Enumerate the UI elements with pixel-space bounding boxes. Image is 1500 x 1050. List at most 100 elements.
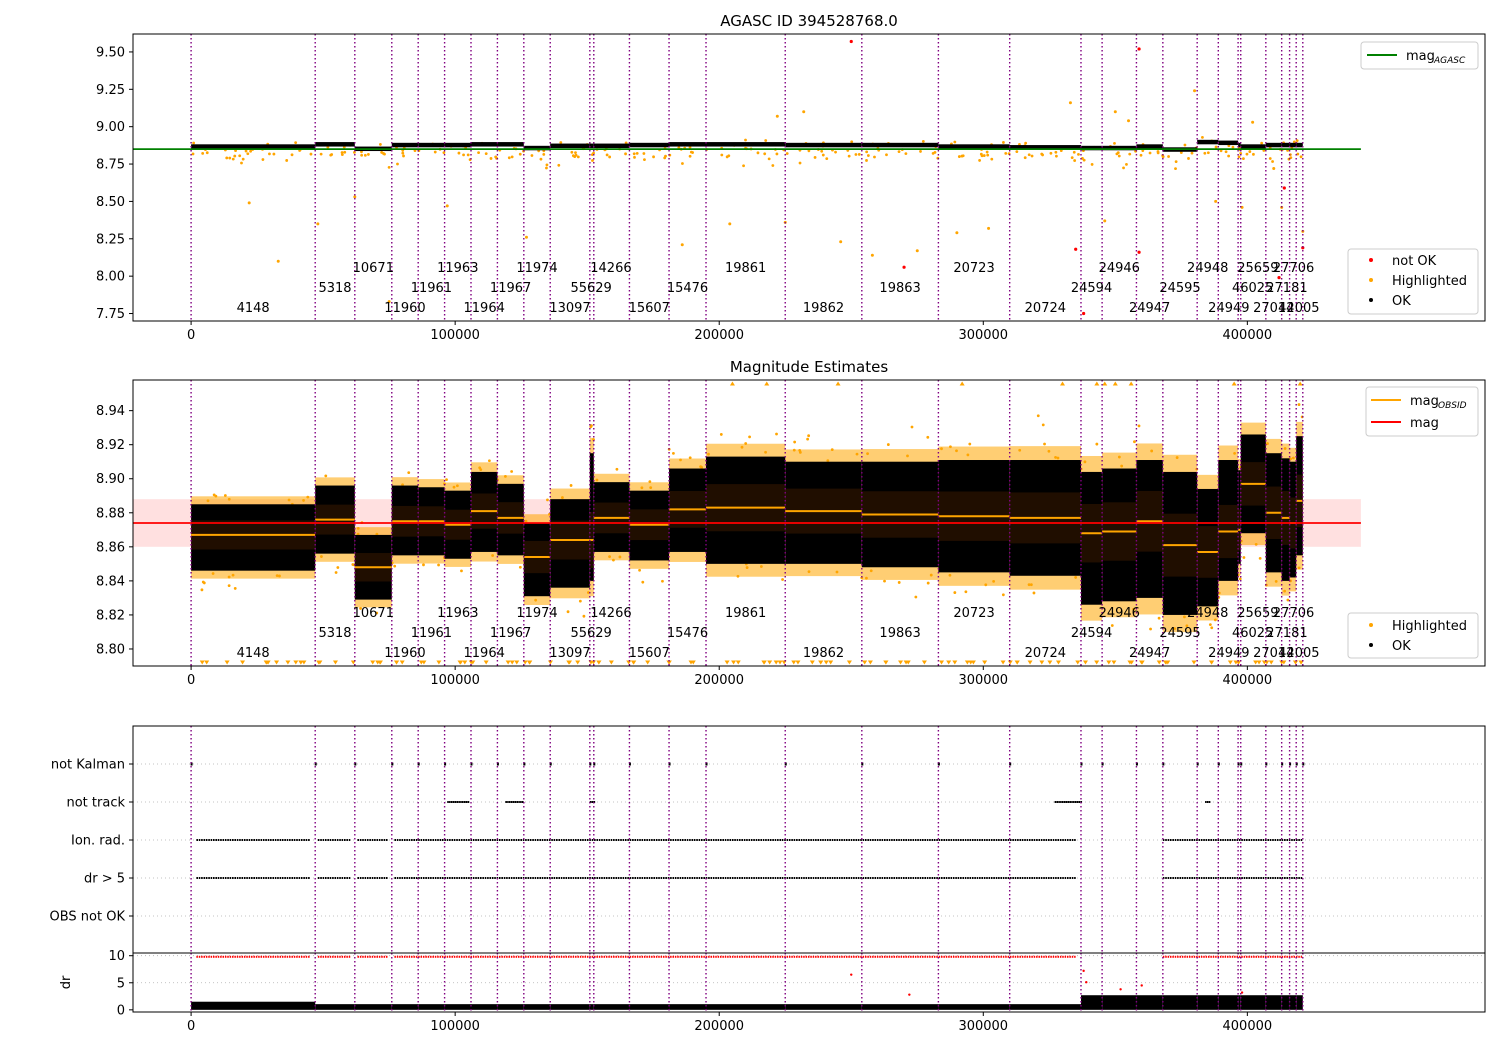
ok-points-band — [785, 142, 862, 148]
ok-points-band — [391, 142, 419, 148]
dr-band — [418, 1004, 445, 1010]
flag-point — [1073, 801, 1075, 803]
flag-point — [651, 839, 653, 841]
highlighted-point — [744, 442, 748, 445]
dr-clipped-point — [1231, 955, 1234, 958]
flag-point — [336, 839, 339, 841]
dr-band — [1218, 995, 1239, 1010]
highlighted-point — [200, 588, 204, 592]
highlighted-point — [276, 259, 280, 263]
dr-clipped-point — [1246, 955, 1248, 958]
dr-clipped-point — [838, 955, 841, 958]
flag-point — [572, 839, 575, 841]
flag-point — [432, 877, 435, 879]
dr-clipped-point — [674, 955, 677, 958]
flag-point — [1200, 877, 1203, 879]
flag-point — [931, 839, 934, 841]
dr-band — [1296, 995, 1303, 1010]
ok-points-band — [1265, 142, 1282, 148]
flag-point — [881, 839, 884, 841]
flag-point — [279, 839, 282, 841]
flag-point — [610, 877, 613, 879]
highlighted-point — [955, 449, 958, 453]
dr-clipped-point — [993, 955, 995, 958]
flag-point — [1298, 877, 1300, 879]
highlighted-point — [489, 157, 493, 160]
highlighted-point — [906, 454, 909, 458]
flag-point — [841, 839, 843, 841]
dr-clipped-point — [224, 955, 227, 958]
flag-point — [575, 877, 577, 879]
y-tick-label: 5 — [117, 976, 125, 991]
flag-point — [943, 839, 946, 841]
dr-clipped-point — [727, 955, 729, 958]
dr-clipped-point — [324, 955, 327, 958]
dr-clipped-point — [510, 955, 513, 958]
flag-point — [838, 877, 841, 879]
dr-clipped-point — [800, 955, 803, 958]
flag-point — [1181, 839, 1184, 841]
flag-point — [1017, 839, 1019, 841]
flag-point — [674, 877, 677, 879]
dr-clipped-point — [703, 955, 705, 958]
flag-point — [374, 877, 376, 879]
flag-point — [427, 877, 430, 879]
dr-clipped-point — [648, 955, 651, 958]
flag-point — [546, 877, 549, 879]
highlighted-point — [1248, 150, 1252, 153]
highlighted-point — [1113, 141, 1116, 145]
highlighted-point — [929, 573, 933, 577]
dr-clipped-point — [479, 955, 482, 958]
flag-point — [239, 839, 241, 841]
flag-point — [905, 839, 907, 841]
flag-point — [1253, 839, 1255, 841]
highlighted-point — [557, 163, 561, 167]
x-tick-label: 0 — [187, 1019, 195, 1034]
dr-clipped-point — [403, 955, 406, 958]
flag-point — [760, 877, 763, 879]
flag-point — [943, 877, 946, 879]
flag-point — [786, 877, 789, 879]
flag-point — [501, 877, 503, 879]
flag-point — [479, 877, 482, 879]
flag-point — [420, 839, 423, 841]
flag-point — [293, 877, 296, 879]
x-tick-label: 0 — [187, 673, 195, 688]
flag-point — [260, 877, 263, 879]
dr-band — [1102, 995, 1137, 1010]
flag-point — [748, 877, 751, 879]
flag-point — [660, 839, 663, 841]
highlighted-point — [1242, 157, 1245, 161]
flag-point — [510, 839, 513, 841]
dr-clipped-point — [957, 955, 960, 958]
flag-point — [213, 877, 215, 879]
flag-point — [974, 839, 976, 841]
flag-point — [465, 839, 468, 841]
highlighted-point — [455, 484, 459, 488]
flag-point — [774, 839, 777, 841]
flag-point — [577, 877, 580, 879]
x-tick-label: 100000 — [430, 1019, 480, 1034]
dr-clipped-point — [1276, 955, 1279, 958]
flag-point — [1188, 839, 1191, 841]
flag-point — [762, 877, 765, 879]
flag-point — [1012, 839, 1014, 841]
flag-point — [791, 839, 793, 841]
flag-point — [905, 877, 907, 879]
flag-point — [341, 877, 344, 879]
dr-clipped-point — [539, 955, 541, 958]
highlighted-point — [608, 555, 611, 559]
dr-band — [629, 1004, 670, 1010]
dr-clipped-point — [1267, 955, 1269, 958]
flag-point — [993, 839, 995, 841]
flag-point — [465, 877, 468, 879]
flag-point — [1050, 877, 1052, 879]
highlighted-point — [1260, 141, 1264, 145]
dr-clipped-point — [929, 955, 931, 958]
flag-point — [1229, 877, 1231, 879]
highlighted-point — [1252, 152, 1255, 156]
dr-clipped-point — [843, 955, 846, 958]
flag-point — [343, 839, 346, 841]
flag-point — [246, 839, 248, 841]
highlighted-point — [987, 226, 991, 230]
